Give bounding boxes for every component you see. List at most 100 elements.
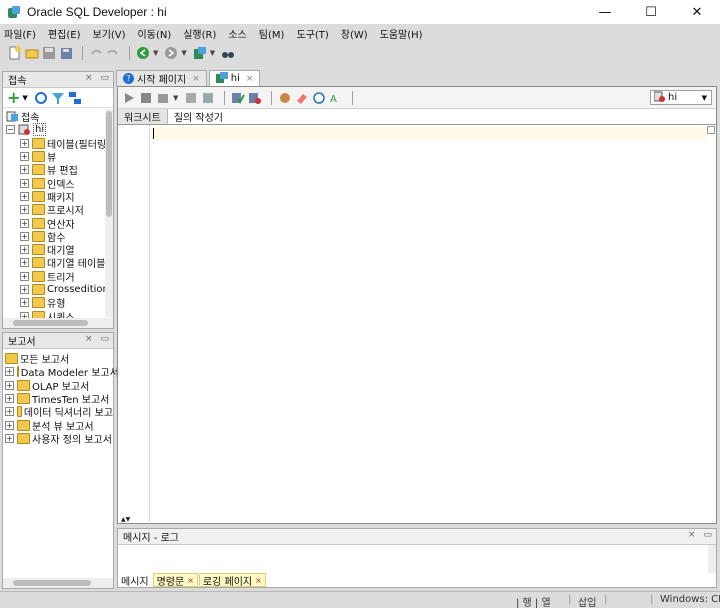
reports-horizontal-scrollbar[interactable] [3,578,113,588]
scrollbar-thumb[interactable] [13,320,88,326]
back-dropdown-icon[interactable]: ▼ [153,49,158,57]
tree-item-functions[interactable]: + 함수 [6,230,113,244]
tree-item-views[interactable]: + 뷰 [6,150,113,164]
tree-item-crossedition[interactable]: + Crossedition [6,283,113,296]
tree-item-queue-tables[interactable]: + 대기열 테이블 [6,256,113,270]
expand-toggle[interactable]: + [20,285,29,294]
tab-logging-page[interactable]: 로깅 페이지 × [198,573,266,588]
redo-icon[interactable] [106,46,120,60]
tree-item-tables[interactable]: + 테이블(필터링 [6,137,113,151]
format-icon[interactable]: A [329,91,343,105]
minimize-icon[interactable]: ▭ [703,530,712,540]
open-folder-icon[interactable] [25,46,39,60]
run-script-icon[interactable] [139,91,153,105]
tab-start-page[interactable]: ? 시작 페이지 × [116,70,207,86]
forward-icon[interactable] [164,46,178,60]
expand-toggle[interactable]: + [20,205,29,215]
expand-toggle[interactable]: + [20,218,29,228]
close-icon[interactable]: × [85,334,93,344]
autotrace-icon[interactable] [201,91,215,105]
tree-report-analytic-views[interactable]: + 분석 뷰 보고서 [5,418,113,433]
close-tab-icon[interactable]: × [192,74,200,84]
expand-toggle[interactable]: + [20,191,29,201]
save-all-icon[interactable] [59,46,73,60]
sql-worksheet-icon[interactable] [193,46,207,60]
commit-dropdown-icon[interactable]: ▼ [173,94,178,102]
expand-toggle[interactable]: + [5,420,14,430]
eraser-icon[interactable] [295,91,309,105]
splitter-toggle-icon[interactable]: ▲▼ [121,516,130,523]
expand-toggle[interactable]: + [5,433,14,443]
expand-toggle[interactable]: + [20,298,29,308]
expand-toggle[interactable]: + [20,245,29,255]
connection-select[interactable]: hi ▼ [650,90,712,105]
log-vertical-scrollbar[interactable] [708,545,716,573]
tree-item-editioning-views[interactable]: + 뷰 편집 [6,163,113,177]
tab-query-builder[interactable]: 질의 작성기 [168,108,229,124]
tree-root-connections[interactable]: 접속 [6,110,113,124]
menu-file[interactable]: 파일(F) [4,26,36,41]
tree-report-data-dictionary[interactable]: + 데이터 딕셔너리 보고 [5,405,113,419]
expand-toggle[interactable]: + [5,394,14,404]
minimize-icon[interactable]: ▭ [100,73,109,83]
tree-item-triggers[interactable]: + 트리거 [6,270,113,284]
commit-transaction-icon[interactable] [231,91,246,105]
tab-statements[interactable]: 명령문 × [152,573,198,588]
scrollbar-thumb[interactable] [106,111,112,217]
tree-report-olap[interactable]: + OLAP 보고서 [5,379,113,393]
tab-worksheet[interactable]: 워크시트 [118,108,168,124]
expand-toggle[interactable]: + [5,407,14,417]
tree-report-user-defined[interactable]: + 사용자 정의 보고서 [5,432,113,446]
tree-item-procedures[interactable]: + 프로시저 [6,203,113,217]
menu-edit[interactable]: 편집(E) [48,26,81,41]
menu-help[interactable]: 도움말(H) [380,26,423,41]
explain-plan-icon[interactable] [184,91,198,105]
add-connection-icon[interactable]: + [7,88,20,107]
expand-toggle[interactable]: + [20,178,29,188]
minimize-icon[interactable]: ▭ [100,334,109,344]
undo-icon[interactable] [89,46,103,60]
menu-team[interactable]: 팀(M) [259,26,285,41]
close-tab-icon[interactable]: × [246,74,254,84]
expand-toggle[interactable]: + [20,138,29,148]
tree-connection-hi[interactable]: − hi [6,123,113,137]
minimize-button[interactable]: — [582,0,628,24]
binoculars-icon[interactable] [221,46,235,60]
expand-toggle[interactable]: + [20,231,29,241]
refresh-icon[interactable] [34,91,48,105]
tree-item-indexes[interactable]: + 인덱스 [6,176,113,191]
expand-toggle[interactable]: + [20,258,29,268]
sql-worksheet-dropdown-icon[interactable]: ▼ [210,49,215,57]
back-icon[interactable] [136,46,150,60]
tab-messages[interactable]: 메시지 [118,573,152,588]
expand-toggle[interactable]: + [5,380,14,390]
tree-item-operators[interactable]: + 연산자 [6,216,113,231]
expand-toggle[interactable]: + [20,165,29,175]
menu-tools[interactable]: 도구(T) [296,26,328,41]
connections-vertical-scrollbar[interactable] [105,109,113,317]
connections-horizontal-scrollbar[interactable] [3,318,113,328]
close-tab-icon[interactable]: × [255,576,262,585]
scrollbar-thumb[interactable] [13,580,91,586]
tree-report-timesten[interactable]: + TimesTen 보고서 [5,392,113,406]
tree-item-types[interactable]: + 유형 [6,296,113,310]
close-tab-icon[interactable]: × [187,576,194,585]
commit-icon[interactable] [156,91,170,105]
history-icon[interactable] [312,91,326,105]
menu-navigate[interactable]: 이동(N) [138,26,172,41]
save-icon[interactable] [42,46,56,60]
expand-toggle[interactable]: + [20,152,29,162]
close-icon[interactable]: × [688,530,696,540]
close-button[interactable]: ✕ [674,0,720,24]
maximize-button[interactable]: ☐ [628,0,674,24]
expand-toggle[interactable]: + [5,367,14,377]
menu-view[interactable]: 보기(V) [93,26,126,41]
tab-worksheet-hi[interactable]: hi × [208,70,261,86]
menu-source[interactable]: 소스 [228,26,246,41]
tree-item-queues[interactable]: + 대기열 [6,243,113,257]
new-file-icon[interactable] [8,46,22,60]
tree-all-reports[interactable]: 모든 보고서 [5,352,113,366]
close-icon[interactable]: × [85,73,93,83]
add-dropdown-icon[interactable]: ▼ [22,94,27,102]
menu-window[interactable]: 창(W) [341,26,368,41]
